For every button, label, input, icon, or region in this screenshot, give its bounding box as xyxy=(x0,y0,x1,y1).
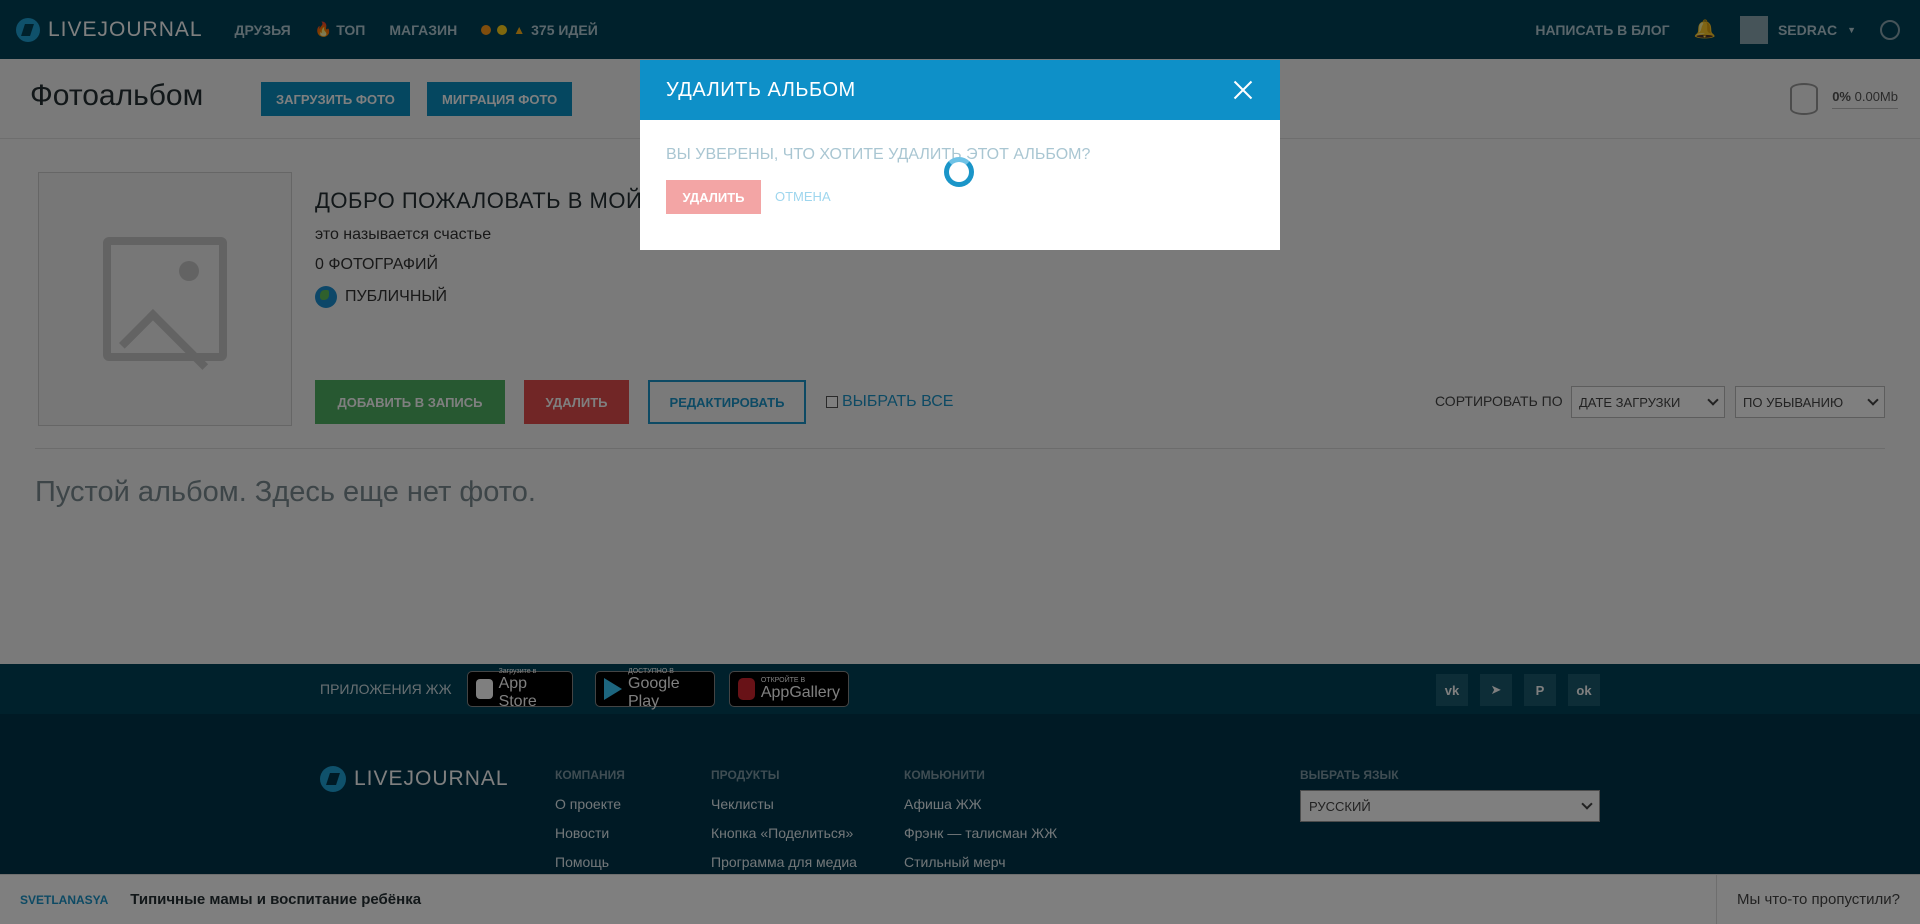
confirm-delete-button[interactable]: УДАЛИТЬ xyxy=(666,180,761,214)
loading-spinner-icon xyxy=(944,157,974,187)
close-icon[interactable] xyxy=(1233,80,1253,100)
cancel-button[interactable]: ОТМЕНА xyxy=(775,189,831,204)
delete-album-modal: УДАЛИТЬ АЛЬБОМ ВЫ УВЕРЕНЫ, ЧТО ХОТИТЕ УД… xyxy=(640,60,1280,250)
modal-title: УДАЛИТЬ АЛЬБОМ xyxy=(666,78,856,101)
modal-question: ВЫ УВЕРЕНЫ, ЧТО ХОТИТЕ УДАЛИТЬ ЭТОТ АЛЬБ… xyxy=(666,146,1091,163)
modal-header: УДАЛИТЬ АЛЬБОМ xyxy=(640,60,1280,120)
